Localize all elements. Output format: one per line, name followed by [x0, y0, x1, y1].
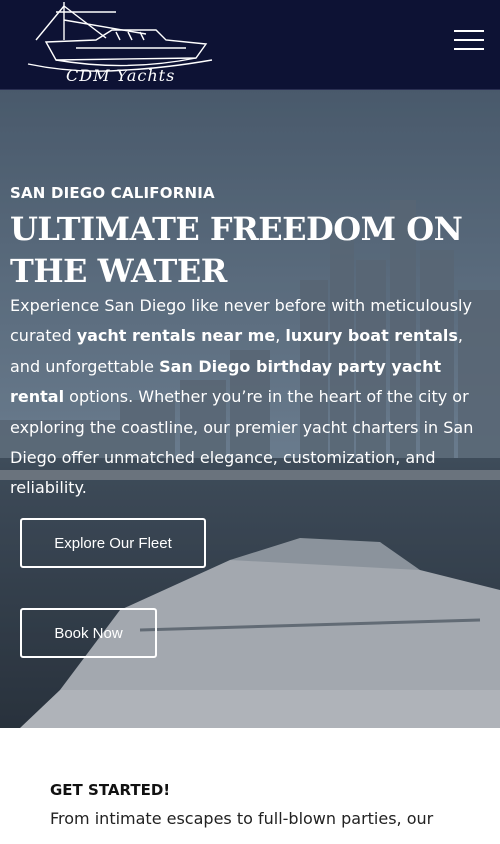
- site-header: CDM Yachts: [0, 0, 500, 90]
- get-started-heading: GET STARTED!: [50, 781, 171, 799]
- hero-intro: Experience San Diego like never before w…: [10, 291, 492, 504]
- explore-fleet-button[interactable]: Explore Our Fleet: [20, 518, 206, 568]
- intro-text-4: options. Whether you’re in the heart of …: [10, 387, 474, 498]
- logo-wordmark: CDM Yachts: [66, 66, 176, 85]
- hamburger-menu-icon[interactable]: [452, 26, 488, 54]
- intro-bold-luxury-boat: luxury boat rentals: [285, 326, 458, 346]
- get-started-text: From intimate escapes to full-blown part…: [50, 809, 434, 828]
- logo[interactable]: CDM Yachts: [16, 0, 216, 92]
- hero-eyebrow: SAN DIEGO CALIFORNIA: [10, 184, 215, 202]
- hero-headline: ULTIMATE FREEDOM ON THE WATER: [10, 210, 463, 290]
- hero-section: SAN DIEGO CALIFORNIA ULTIMATE FREEDOM ON…: [0, 90, 500, 728]
- intro-text-2: ,: [275, 326, 286, 346]
- intro-bold-yacht-rentals: yacht rentals near me: [76, 326, 276, 346]
- book-now-button[interactable]: Book Now: [20, 608, 157, 658]
